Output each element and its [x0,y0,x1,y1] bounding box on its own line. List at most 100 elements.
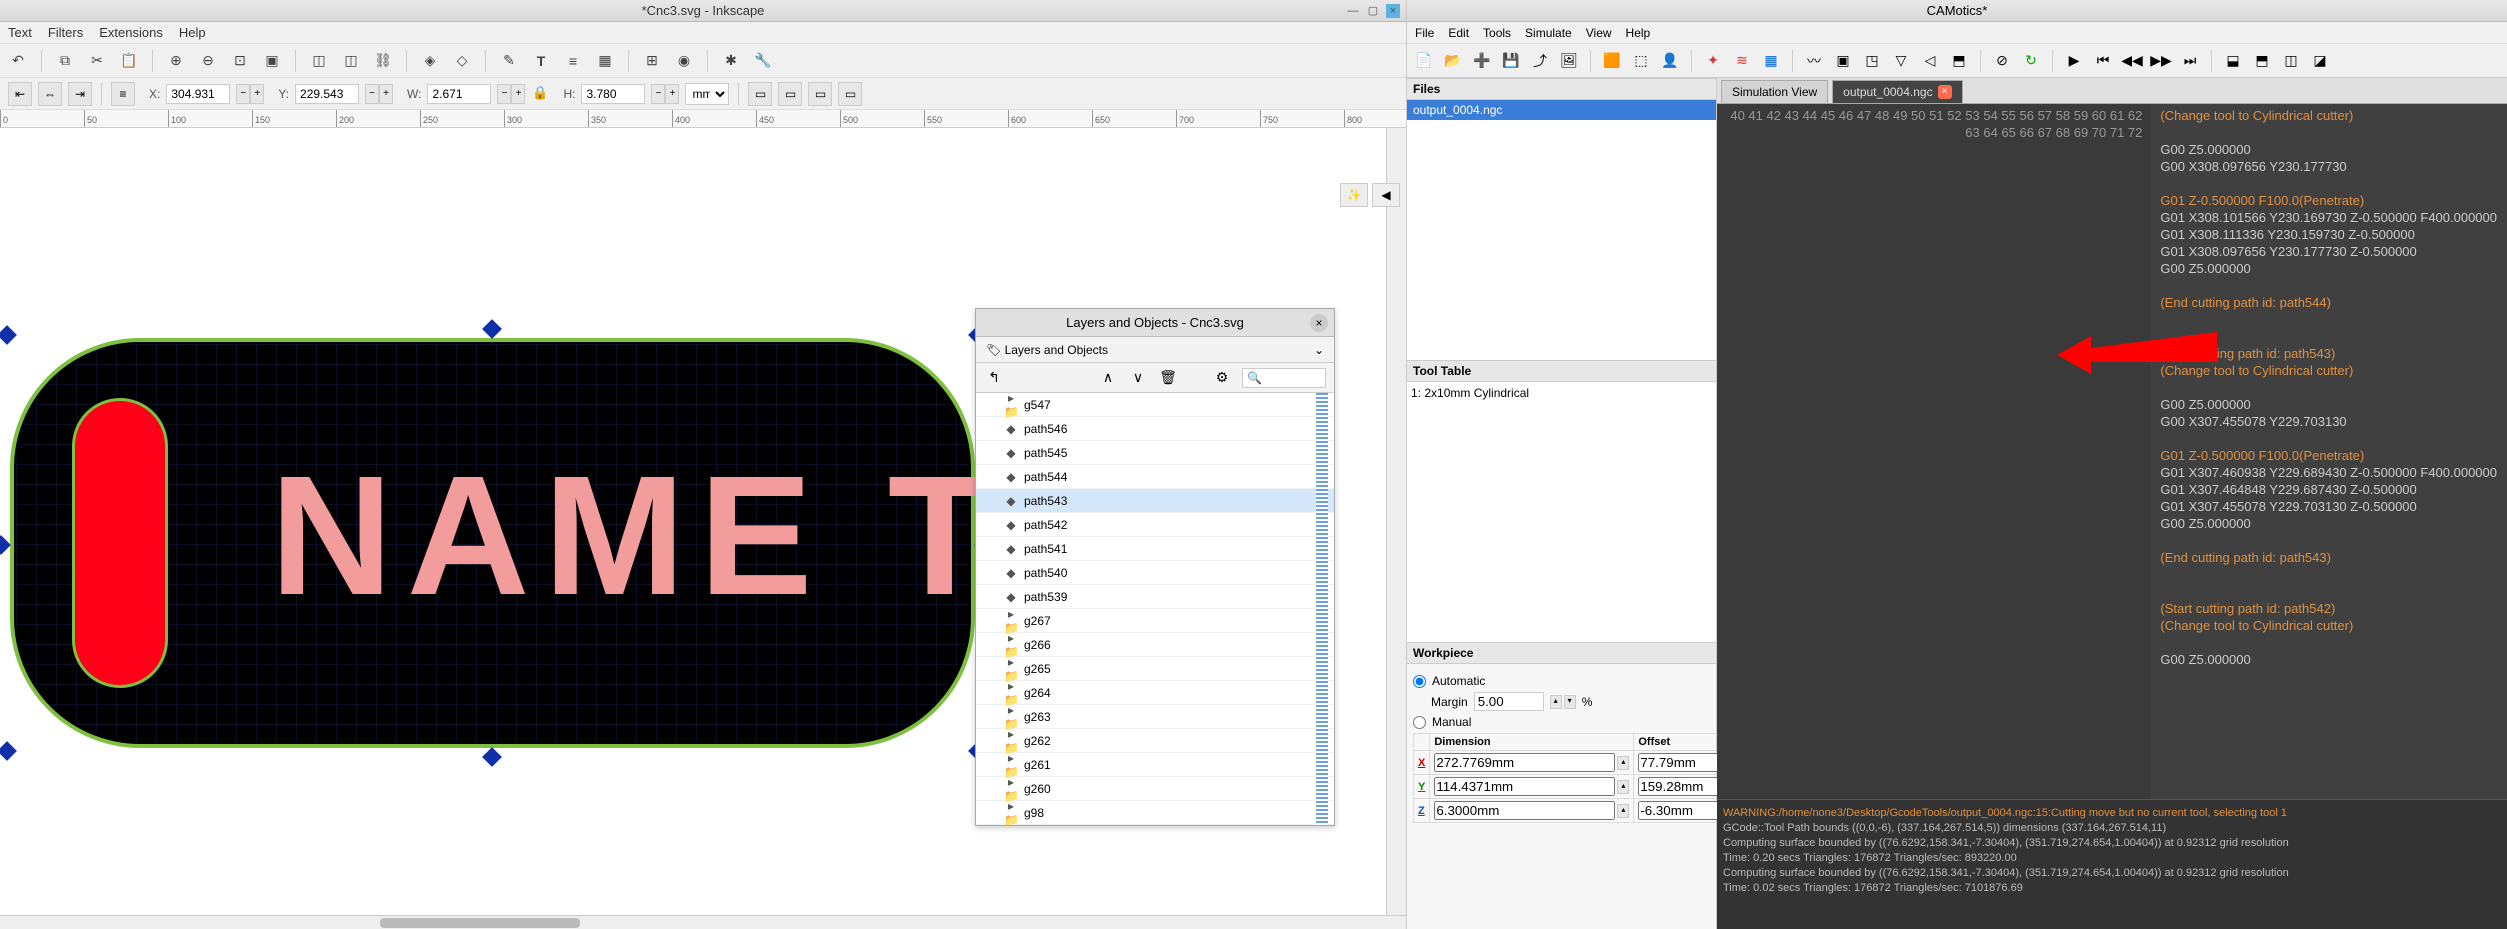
w-dec[interactable]: − [497,84,511,104]
ungroup-icon[interactable]: ◇ [450,49,474,73]
selection-handle-icon[interactable] [482,747,502,767]
close-icon[interactable]: × [1310,314,1328,332]
align-right-icon[interactable]: ⇥ [68,82,92,106]
console-output[interactable]: WARNING:/home/none3/Desktop/GcodeTools/o… [1717,799,2507,929]
gcode-editor[interactable]: 40 41 42 43 44 45 46 47 48 49 50 51 52 5… [1717,104,2507,799]
layer-row[interactable]: ◆path540 [976,561,1334,585]
layer-row[interactable]: ▸ 📁g262 [976,729,1334,753]
down-icon[interactable]: ∨ [1128,368,1148,388]
rewind-icon[interactable]: ⏮ [2092,50,2114,72]
layer-row[interactable]: ▸ 📁g263 [976,705,1334,729]
workpiece-icon[interactable]: 🟧 [1601,50,1623,72]
maximize-icon[interactable]: ▢ [1366,4,1380,18]
scale-stroke-icon[interactable]: ▭ [748,82,772,106]
end-icon[interactable]: ⏭ [2179,50,2201,72]
align-center-icon[interactable]: ⇔ [38,82,62,106]
move-grad-icon[interactable]: ▭ [808,82,832,106]
layer-row[interactable]: ▸ 📁g261 [976,753,1334,777]
zoom-out-icon[interactable]: ⊖ [196,49,220,73]
view-icon[interactable]: ▣ [1832,50,1854,72]
side-icon[interactable]: ◁ [1919,50,1941,72]
w-inc[interactable]: + [511,84,525,104]
file-row[interactable]: output_0004.ngc [1407,100,1716,120]
zoom-in-icon[interactable]: ⊕ [164,49,188,73]
z-dim-input[interactable] [1434,801,1615,820]
close-icon[interactable]: × [1386,4,1400,18]
iso-icon[interactable]: ◳ [1861,50,1883,72]
group-icon[interactable]: ◈ [418,49,442,73]
back-icon[interactable]: ◀ [1372,183,1400,207]
menu-tools[interactable]: Tools [1483,26,1511,40]
play-icon[interactable]: ▶ [2063,50,2085,72]
prefs-icon[interactable]: ✱ [719,49,743,73]
tool-row[interactable]: 1: 2x10mm Cylindrical [1411,386,1712,400]
menu-edit[interactable]: Edit [1448,26,1469,40]
axes-icon[interactable]: ✦ [1702,50,1724,72]
h-dec[interactable]: − [651,84,665,104]
new-icon[interactable]: 📄 [1413,50,1435,72]
menu-file[interactable]: File [1415,26,1434,40]
tab-gcode-file[interactable]: output_0004.ngc× [1832,80,1962,103]
trash-icon[interactable]: 🗑 [1158,368,1178,388]
export-icon[interactable]: ⤴ [1529,50,1551,72]
add-layer-icon[interactable]: ↰ [984,368,1004,388]
x-dec[interactable]: − [236,84,250,104]
layer-row[interactable]: ▸ 📁g260 [976,777,1334,801]
layer-row[interactable]: ◆path539 [976,585,1334,609]
bounds-icon[interactable]: ▦ [1760,50,1782,72]
menu-help[interactable]: Help [1626,26,1651,40]
margin-dec[interactable]: ▾ [1564,695,1576,709]
y-inc[interactable]: + [379,84,393,104]
save-icon[interactable]: 💾 [1500,50,1522,72]
layer-row[interactable]: ◆path545 [976,441,1334,465]
w-input[interactable] [427,84,491,104]
y-input[interactable] [295,84,359,104]
clone2-icon[interactable]: ◫ [339,49,363,73]
selection-handle-icon[interactable] [0,325,17,345]
x-inc[interactable]: + [250,84,264,104]
layers-list[interactable]: ▸ 📁g547◆path546◆path545◆path544◆path543◆… [976,393,1334,825]
files-list[interactable]: output_0004.ngc [1407,100,1716,360]
margin-inc[interactable]: ▴ [1550,695,1562,709]
tab-simulation-view[interactable]: Simulation View [1721,80,1828,103]
snapshot-icon[interactable]: 🖼 [1558,50,1580,72]
close-tab-icon[interactable]: × [1938,85,1952,99]
cube4-icon[interactable]: ◪ [2309,50,2331,72]
menu-extensions[interactable]: Extensions [99,25,163,40]
cut-icon[interactable]: ✂ [85,49,109,73]
layers-panel-tab[interactable]: 🏷 Layers and Objects ⌄ [976,337,1334,363]
wand-icon[interactable]: ✨ [1340,183,1368,207]
menu-help[interactable]: Help [179,25,206,40]
paste-icon[interactable]: 📋 [117,49,141,73]
layer-row[interactable]: ▸ 📁g98 [976,801,1334,825]
toolpath-icon[interactable]: ≋ [1731,50,1753,72]
xml-icon[interactable]: ▦ [593,49,617,73]
surface-icon[interactable]: 👤 [1659,50,1681,72]
layer-row[interactable]: ▸ 📁g267 [976,609,1334,633]
text-icon[interactable]: T [529,49,553,73]
layer-row[interactable]: ◆path541 [976,537,1334,561]
unit-select[interactable]: mm [685,83,729,105]
menu-simulate[interactable]: Simulate [1525,26,1572,40]
layer-row[interactable]: ◆path542 [976,513,1334,537]
align-icon[interactable]: ⊞ [640,49,664,73]
wire-icon[interactable]: ⬚ [1630,50,1652,72]
layers-icon[interactable]: ≡ [561,49,585,73]
wrench-icon[interactable]: 🔧 [751,49,775,73]
code-lines[interactable]: (Change tool to Cylindrical cutter) G00 … [2150,104,2507,799]
cube1-icon[interactable]: ⬓ [2222,50,2244,72]
menu-filters[interactable]: Filters [48,25,83,40]
fill-icon[interactable]: ✎ [497,49,521,73]
reload-icon[interactable]: ↻ [2020,50,2042,72]
chevron-down-icon[interactable]: ⌄ [1314,343,1324,357]
fwd-step-icon[interactable]: ▶▶ [2150,50,2172,72]
layer-row[interactable]: ◆path544 [976,465,1334,489]
layer-row[interactable]: ▸ 📁g265 [976,657,1334,681]
y-dec[interactable]: − [365,84,379,104]
back-step-icon[interactable]: ◀◀ [2121,50,2143,72]
minimize-icon[interactable]: — [1346,4,1360,18]
move-pat-icon[interactable]: ▭ [838,82,862,106]
x-dim-input[interactable] [1434,753,1615,772]
zoom-fit-icon[interactable]: ⊡ [228,49,252,73]
menu-view[interactable]: View [1586,26,1612,40]
